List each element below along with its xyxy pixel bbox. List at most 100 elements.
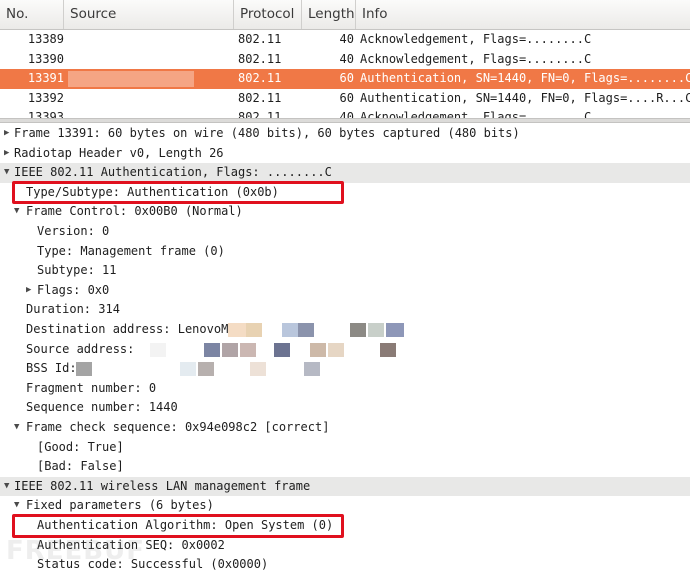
packet-protocol: 802.11 [238,110,282,118]
detail-row[interactable]: ▼ Frame Control: 0x00B0 (Normal) [0,202,690,222]
packet-row[interactable]: 13393 802.11 40 Acknowledgement, Flags=....… [0,108,690,118]
detail-text: Duration: 314 [26,302,120,317]
redacted-address-block [350,323,366,337]
packet-details-tree[interactable]: ▶ Frame 13391: 60 bytes on wire (480 bits… [0,124,690,574]
detail-row[interactable]: [Good: True] [0,438,690,458]
detail-text: Fragment number: 0 [26,380,157,395]
detail-row[interactable]: Source address: [0,340,690,360]
detail-text: Frame 13391: 60 bytes on wire (480 bits)… [14,126,520,140]
redacted-address-block [228,323,246,337]
redacted-address-block [204,342,220,357]
redacted-address-block [198,362,214,377]
detail-row[interactable]: BSS Id: [0,359,690,379]
detail-row[interactable]: ▼ IEEE 802.11 wireless LAN management fra… [0,476,690,497]
detail-row[interactable]: ▶ Radiotap Header v0, Length 26 [0,144,690,164]
detail-text: Source address: [26,341,135,356]
column-no[interactable]: No. [0,0,64,29]
packet-info: Acknowledgement, Flags=........C [360,110,592,118]
detail-text: IEEE 802.11 wireless LAN management fram… [14,478,311,493]
detail-row[interactable]: ▶ Frame 13391: 60 bytes on wire (480 bits… [0,124,690,144]
detail-text: Sequence number: 1440 [26,400,178,415]
redacted-address-block [274,342,290,357]
column-header: No. Source Protocol Length Info [0,0,690,30]
redacted-address-block [368,323,384,337]
column-protocol[interactable]: Protocol [234,0,302,29]
packet-protocol: 802.11 [238,51,282,66]
detail-text: [Bad: False] [37,459,124,474]
detail-text: Flags: 0x0 [37,282,110,297]
packet-row[interactable]: 13389 802.11 40 Acknowledgement, Flags=....… [0,30,690,50]
packet-no: 13390 [27,51,64,66]
redacted-address-block [180,362,196,377]
packet-length: 40 [339,32,354,46]
packet-info: Acknowledgement, Flags=........C [360,51,592,66]
highlight-box [12,514,344,538]
detail-row[interactable]: ▼ Frame check sequence: 0x94e098c2 [corre… [0,418,690,438]
detail-text: Frame check sequence: 0x94e098c2 [correc… [26,420,330,434]
redacted-source [68,71,194,88]
packet-no: 13391 [27,71,64,86]
detail-text: [Good: True] [37,439,124,454]
column-length[interactable]: Length [302,0,356,29]
triangle-down-icon[interactable]: ▼ [4,163,14,183]
triangle-down-icon[interactable]: ▼ [4,477,14,497]
redacted-address-block [310,342,326,357]
detail-text: BSS Id: [26,361,77,376]
detail-row[interactable]: ▼ IEEE 802.11 Authentication, Flags: ....… [0,163,690,183]
packet-row[interactable]: 13390 802.11 40 Acknowledgement, Flags=....… [0,50,690,70]
packet-no: 13393 [27,110,64,118]
detail-text: Frame Control: 0x00B0 (Normal) [26,204,243,219]
redacted-address-block [76,362,92,377]
detail-row[interactable]: [Bad: False] [0,457,690,477]
column-source[interactable]: Source [64,0,234,29]
detail-text: Destination address: LenovoMo_ [26,322,243,336]
detail-text: Type: Management frame (0) [37,243,225,258]
highlight-box [12,180,344,205]
redacted-address-block [386,323,404,337]
packet-length: 40 [339,110,354,118]
detail-row[interactable]: Sequence number: 1440 [0,398,690,418]
packet-length: 40 [339,51,354,66]
redacted-address-block [380,342,396,357]
detail-row[interactable]: ▶ Flags: 0x0 [0,281,690,301]
redacted-address-block [328,342,344,357]
triangle-down-icon[interactable]: ▼ [14,202,24,222]
packet-list[interactable]: No. Source Protocol Length Info 13389 802… [0,0,690,118]
detail-row[interactable]: Version: 0 [0,222,690,242]
detail-text: Version: 0 [37,224,110,238]
redacted-address-block [246,323,262,337]
detail-row[interactable]: Type: Management frame (0) [0,242,690,262]
packet-info: Authentication, SN=1440, FN=0, Flags=...… [360,90,690,105]
packet-length: 60 [339,71,354,86]
detail-row[interactable]: Destination address: LenovoMo_ [0,320,690,340]
pane-divider[interactable] [0,118,690,123]
triangle-down-icon[interactable]: ▼ [14,418,24,438]
redacted-address-block [250,362,266,377]
packet-no: 13392 [27,90,64,105]
watermark: FREEBUF [6,536,145,566]
triangle-right-icon[interactable]: ▶ [26,281,36,301]
packet-info: Acknowledgement, Flags=........C [360,32,592,46]
redacted-address-block [150,342,166,357]
redacted-address-block [222,342,238,357]
packet-row[interactable]: 13391 802.11 60 Authentication, SN=1440, FN… [0,69,690,89]
redacted-address-block [298,323,314,337]
detail-text: Subtype: 11 [37,263,117,278]
packet-info: Authentication, SN=1440, FN=0, Flags=...… [360,71,690,86]
redacted-address-block [304,362,320,377]
detail-row[interactable]: Fragment number: 0 [0,379,690,399]
packet-protocol: 802.11 [238,71,282,86]
column-info[interactable]: Info [356,0,690,29]
detail-text: Radiotap Header v0, Length 26 [14,145,224,160]
triangle-right-icon[interactable]: ▶ [4,124,14,144]
detail-text: IEEE 802.11 Authentication, Flags: .....… [14,165,332,180]
detail-row[interactable]: Duration: 314 [0,300,690,320]
redacted-address-block [240,342,256,357]
redacted-address-block [282,323,298,337]
triangle-right-icon[interactable]: ▶ [4,144,14,164]
packet-protocol: 802.11 [238,90,282,105]
packet-no: 13389 [27,32,64,46]
detail-row[interactable]: Subtype: 11 [0,261,690,281]
packet-protocol: 802.11 [238,32,282,46]
packet-row[interactable]: 13392 802.11 60 Authentication, SN=1440, FN… [0,89,690,109]
